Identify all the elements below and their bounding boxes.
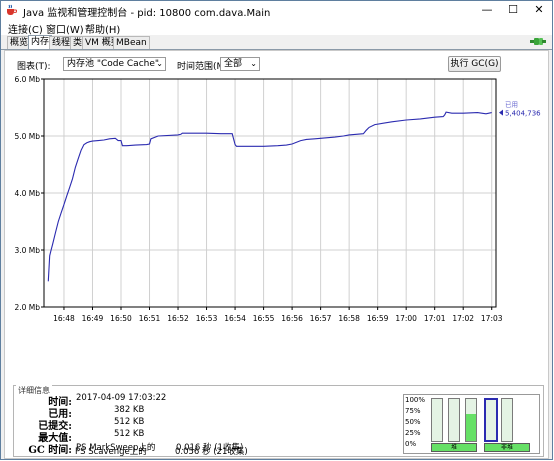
x-tick-label: 17:03: [481, 314, 503, 323]
pool-bar[interactable]: [431, 398, 443, 442]
minimize-button[interactable]: —: [474, 1, 500, 19]
x-tick-label: 16:52: [167, 314, 189, 323]
time-range-value: 全部: [224, 59, 243, 69]
x-tick-label: 16:51: [139, 314, 161, 323]
pool-bar[interactable]: [484, 398, 498, 442]
chart-selector-dropdown[interactable]: 内存池 "Code Cache" ⌄: [63, 57, 166, 71]
y-tick-label: 3.0 Mb: [14, 246, 40, 255]
nonheap-label[interactable]: 非堆: [484, 443, 530, 452]
tab-mbean[interactable]: MBean: [113, 36, 150, 49]
used-value: 382 KB: [114, 405, 145, 415]
max-value: 512 KB: [114, 429, 145, 439]
maximize-button[interactable]: ☐: [500, 1, 526, 19]
pct-label: 25%: [405, 429, 421, 437]
committed-value: 512 KB: [114, 417, 145, 427]
pool-bar[interactable]: [448, 398, 460, 442]
y-tick-label: 4.0 Mb: [14, 189, 40, 198]
legend-value: 5,404,736: [505, 110, 541, 118]
window-title: Java 监视和管理控制台 - pid: 10800 com.dava.Main: [23, 8, 271, 19]
memory-chart-svg: 6.0 Mb 5.0 Mb 4.0 Mb 3.0 Mb 2.0 Mb 16:48 16:49…: [14, 75, 541, 323]
x-tick-label: 16:49: [82, 314, 104, 323]
y-tick-label: 2.0 Mb: [14, 303, 40, 312]
heap-label[interactable]: 堆: [431, 443, 477, 452]
gc2-time: 0.056 秒 (21收集): [175, 447, 248, 457]
x-tick-label: 16:56: [281, 314, 303, 323]
x-tick-label: 16:50: [110, 314, 132, 323]
x-tick-label: 16:55: [253, 314, 275, 323]
menu-connection[interactable]: 连接(C): [8, 21, 43, 36]
x-tick-label: 16:54: [224, 314, 246, 323]
chart-selector-value: 内存池 "Code Cache": [67, 59, 160, 69]
time-range-dropdown[interactable]: 全部 ⌄: [220, 57, 260, 71]
x-tick-label: 16:57: [310, 314, 332, 323]
gc2-name: PS Scavenge上的: [75, 447, 147, 457]
app-window: Java 监视和管理控制台 - pid: 10800 com.dava.Main…: [0, 0, 553, 460]
gc-time-key: GC 时间:: [28, 445, 72, 456]
x-tick-label: 16:48: [53, 314, 75, 323]
chevron-down-icon: ⌄: [156, 59, 163, 68]
close-button[interactable]: ✕: [526, 1, 552, 19]
memory-panel: 图表(T): 内存池 "Code Cache" ⌄ 时间范围(M): 全部 ⌄ …: [4, 50, 549, 459]
legend-label: 已用: [505, 101, 518, 109]
menu-help[interactable]: 帮助(H): [85, 21, 120, 36]
pct-label: 75%: [405, 407, 421, 415]
java-cup-icon: [7, 4, 17, 15]
x-tick-label: 16:59: [367, 314, 389, 323]
pct-label: 50%: [405, 418, 421, 426]
x-tick-label: 17:01: [424, 314, 446, 323]
perform-gc-button[interactable]: 执行 GC(G): [448, 56, 501, 72]
menu-window[interactable]: 窗口(W): [46, 21, 84, 36]
connection-status-icon: [530, 38, 546, 45]
chart-selector-label: 图表(T):: [17, 62, 51, 72]
time-value: 2017-04-09 17:03:22: [76, 393, 167, 403]
memory-pool-bars: 100% 75% 50% 25% 0% 堆 非堆: [403, 394, 540, 454]
pool-bar-fill: [466, 413, 476, 441]
pct-label: 0%: [405, 440, 417, 448]
chevron-down-icon: ⌄: [250, 59, 257, 68]
pct-label: 100%: [405, 396, 426, 404]
title-bar: Java 监视和管理控制台 - pid: 10800 com.dava.Main…: [1, 1, 552, 19]
current-value-marker: [499, 109, 503, 116]
pool-bar[interactable]: [501, 398, 513, 442]
tab-strip: 概览 内存 线程 类 VM 概要 MBean: [1, 35, 552, 50]
y-tick-label: 5.0 Mb: [14, 132, 40, 141]
x-tick-label: 17:00: [395, 314, 417, 323]
x-tick-label: 16:58: [338, 314, 360, 323]
x-tick-label: 17:02: [452, 314, 474, 323]
pool-bar[interactable]: [465, 398, 477, 442]
x-tick-label: 16:53: [196, 314, 218, 323]
memory-chart: 6.0 Mb 5.0 Mb 4.0 Mb 3.0 Mb 2.0 Mb 16:48 16:49…: [8, 75, 546, 384]
y-tick-label: 6.0 Mb: [14, 76, 40, 84]
menu-bar: 连接(C) 窗口(W) 帮助(H): [1, 19, 552, 36]
